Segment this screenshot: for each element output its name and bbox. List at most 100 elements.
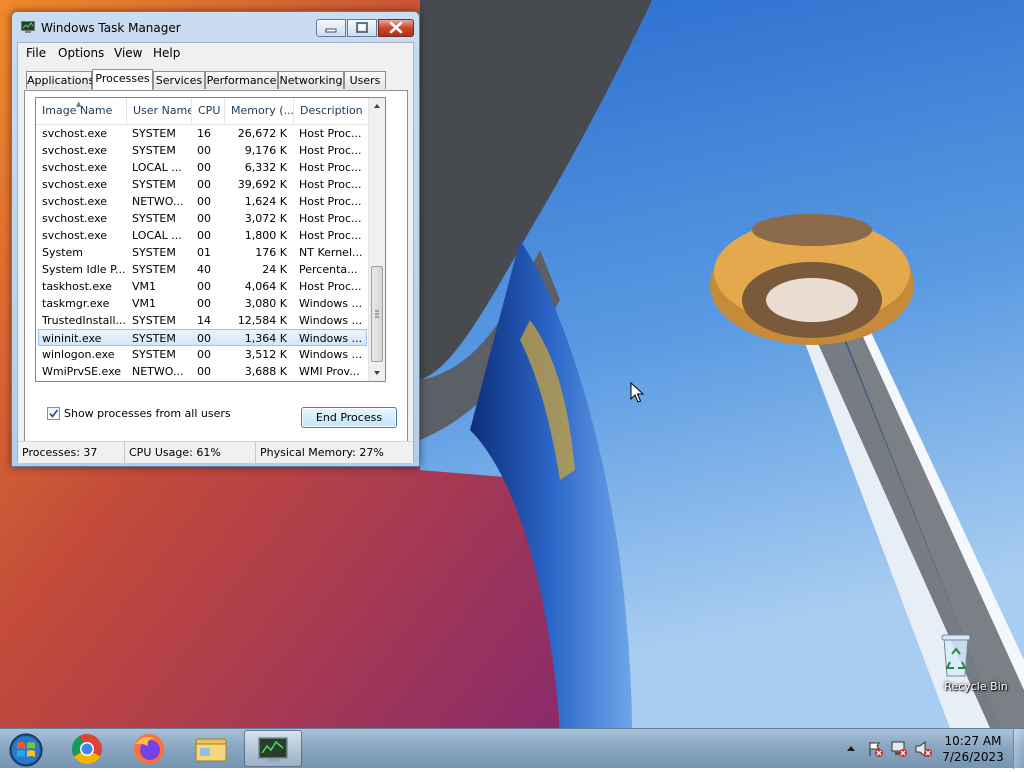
cell-cpu: 14: [197, 314, 211, 327]
table-row[interactable]: System Idle P... SYSTEM 40 24 K Percenta...: [38, 261, 367, 278]
cell-cpu: 00: [197, 365, 211, 378]
cell-user: VM1: [132, 297, 157, 310]
scroll-up-button[interactable]: [369, 98, 385, 115]
scroll-down-button[interactable]: [369, 364, 385, 381]
menu-view[interactable]: View: [110, 45, 146, 61]
start-orb-icon: [9, 733, 43, 767]
taskbar-clock[interactable]: 10:27 AM 7/26/2023: [940, 733, 1006, 765]
cell-memory: 1,364 K: [244, 332, 287, 345]
cell-memory: 9,176 K: [244, 144, 287, 157]
cell-user: SYSTEM: [132, 212, 176, 225]
taskbar-task-manager[interactable]: [244, 730, 302, 767]
table-row[interactable]: WmiPrvSE.exe NETWO... 00 3,688 K WMI Prov...: [38, 363, 367, 380]
action-center-flag-icon: [869, 742, 883, 757]
taskbar-file-explorer[interactable]: [182, 730, 240, 767]
cell-description: Windows ...: [299, 332, 363, 345]
cell-description: Windows ...: [299, 297, 363, 310]
column-user-name[interactable]: User Name: [127, 98, 192, 124]
task-manager-window[interactable]: Windows Task Manager File Options View H…: [11, 11, 420, 467]
tab-users[interactable]: Users: [344, 71, 386, 89]
cell-memory: 12,584 K: [237, 314, 287, 327]
process-list[interactable]: ▲ Image Name User Name CPU Memory (... D…: [35, 97, 386, 382]
column-description[interactable]: Description: [294, 98, 369, 124]
show-all-processes-checkbox[interactable]: [47, 407, 60, 420]
taskbar-chrome[interactable]: [58, 730, 116, 767]
cell-name: svchost.exe: [42, 144, 108, 157]
table-row[interactable]: taskhost.exe VM1 00 4,064 K Host Proc...: [38, 278, 367, 295]
menu-options[interactable]: Options: [54, 45, 108, 61]
vertical-scrollbar[interactable]: [368, 98, 385, 381]
cell-user: SYSTEM: [132, 314, 176, 327]
start-button[interactable]: [0, 730, 54, 767]
table-row-selected[interactable]: wininit.exe SYSTEM 00 1,364 K Windows ...: [38, 329, 367, 346]
tab-networking[interactable]: Networking: [278, 71, 344, 89]
cell-cpu: 00: [197, 348, 211, 361]
table-row[interactable]: winlogon.exe SYSTEM 00 3,512 K Windows ...: [38, 346, 367, 363]
show-desktop-button[interactable]: [1013, 729, 1024, 769]
cell-cpu: 40: [197, 263, 211, 276]
close-button[interactable]: [378, 19, 414, 37]
table-row[interactable]: svchost.exe SYSTEM 00 39,692 K Host Proc...: [38, 176, 367, 193]
status-processes: Processes: 37: [18, 442, 125, 463]
cell-cpu: 01: [197, 246, 211, 259]
cell-user: NETWO...: [132, 195, 184, 208]
show-all-processes-label: Show processes from all users: [64, 407, 231, 420]
cell-name: taskmgr.exe: [42, 297, 110, 310]
cell-description: Percenta...: [299, 263, 358, 276]
maximize-button[interactable]: [347, 19, 377, 37]
minimize-button[interactable]: [316, 19, 346, 37]
tab-performance[interactable]: Performance: [205, 71, 278, 89]
status-bar: Processes: 37 CPU Usage: 61% Physical Me…: [18, 441, 413, 463]
column-memory[interactable]: Memory (...: [225, 98, 294, 124]
cell-description: Host Proc...: [299, 178, 362, 191]
cell-name: winlogon.exe: [42, 348, 115, 361]
table-row[interactable]: System SYSTEM 01 176 K NT Kernel...: [38, 244, 367, 261]
table-row[interactable]: svchost.exe SYSTEM 00 9,176 K Host Proc...: [38, 142, 367, 159]
cell-cpu: 00: [197, 280, 211, 293]
table-row[interactable]: svchost.exe SYSTEM 00 3,072 K Host Proc...: [38, 210, 367, 227]
cell-description: NT Kernel...: [299, 246, 363, 259]
scroll-thumb[interactable]: [371, 266, 383, 362]
cell-name: svchost.exe: [42, 195, 108, 208]
cell-name: taskhost.exe: [42, 280, 112, 293]
menu-file[interactable]: File: [22, 45, 50, 61]
cell-memory: 4,064 K: [244, 280, 287, 293]
tab-processes[interactable]: Processes: [92, 69, 153, 90]
menu-bar: File Options View Help: [18, 43, 413, 63]
table-row[interactable]: svchost.exe LOCAL ... 00 6,332 K Host Proc..…: [38, 159, 367, 176]
cell-description: Host Proc...: [299, 161, 362, 174]
menu-help[interactable]: Help: [149, 45, 184, 61]
taskbar: 10:27 AM 7/26/2023: [0, 728, 1024, 769]
cell-description: Host Proc...: [299, 280, 362, 293]
cell-user: LOCAL ...: [132, 229, 182, 242]
cell-memory: 3,512 K: [244, 348, 287, 361]
cell-description: Windows ...: [299, 348, 363, 361]
recycle-bin-label: Recycle Bin: [944, 680, 1008, 693]
tab-services[interactable]: Services: [153, 71, 205, 89]
table-row[interactable]: svchost.exe SYSTEM 16 26,672 K Host Proc...: [38, 125, 367, 142]
cell-description: WMI Prov...: [299, 365, 360, 378]
cell-description: Host Proc...: [299, 144, 362, 157]
table-row[interactable]: svchost.exe LOCAL ... 00 1,800 K Host Proc..…: [38, 227, 367, 244]
title-bar[interactable]: Windows Task Manager: [12, 12, 419, 42]
column-cpu[interactable]: CPU: [192, 98, 225, 124]
table-row[interactable]: taskmgr.exe VM1 00 3,080 K Windows ...: [38, 295, 367, 312]
cell-name: TrustedInstall...: [42, 314, 126, 327]
taskbar-firefox[interactable]: [120, 730, 178, 767]
tab-applications[interactable]: Applications: [26, 71, 94, 89]
end-process-button[interactable]: End Process: [301, 407, 397, 428]
table-row[interactable]: TrustedInstall... SYSTEM 14 12,584 K Windows…: [38, 312, 367, 329]
cell-name: System: [42, 246, 84, 259]
mouse-cursor-icon: [630, 382, 644, 403]
table-row[interactable]: svchost.exe NETWO... 00 1,624 K Host Proc...: [38, 193, 367, 210]
show-hidden-icons-icon: [847, 746, 855, 751]
cell-memory: 39,692 K: [237, 178, 287, 191]
sort-ascending-icon: ▲: [76, 100, 82, 108]
cell-cpu: 00: [197, 144, 211, 157]
column-image-name[interactable]: ▲ Image Name: [36, 98, 127, 124]
status-cpu-usage: CPU Usage: 61%: [125, 442, 256, 463]
cell-user: SYSTEM: [132, 246, 176, 259]
cell-memory: 26,672 K: [237, 127, 287, 140]
recycle-bin[interactable]: Recycle Bin: [936, 632, 1016, 693]
cell-name: System Idle P...: [42, 263, 126, 276]
